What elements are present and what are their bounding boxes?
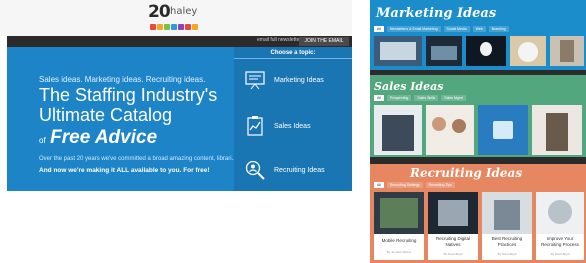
marketing-title: Marketing Ideas xyxy=(376,6,497,21)
topic-label: Recruiting Ideas xyxy=(274,167,325,174)
tab-all[interactable]: All xyxy=(374,182,384,188)
card-title: Improve Your Recruiting Process xyxy=(541,236,579,247)
logo-name: haley xyxy=(170,6,198,17)
marketing-tabs: All Newsletters & Email Marketing Social… xyxy=(374,26,509,32)
choose-topic-label: Choose a topic: xyxy=(270,50,316,56)
magnifier-person-icon xyxy=(245,160,265,180)
tab-branding[interactable]: Branding xyxy=(488,26,509,32)
topic-label: Marketing Ideas xyxy=(274,77,324,84)
card-title: Mobile Recruiting xyxy=(381,238,417,243)
marketing-thumb[interactable] xyxy=(550,36,584,66)
sales-section: Sales Ideas All Prospecting Sales Skills… xyxy=(370,75,586,164)
card-meta: By Scott Boyd xyxy=(497,252,517,256)
hero-headline-free: Free Advice xyxy=(50,127,158,148)
divider xyxy=(234,58,352,59)
hero-headline-line2: Ultimate Catalog xyxy=(39,105,173,125)
clipboard-chart-icon xyxy=(247,116,263,136)
card-image xyxy=(536,192,584,234)
recruiting-card[interactable]: Best Recruiting Practices By Scott Boyd xyxy=(482,192,532,260)
card-image xyxy=(374,192,424,234)
topic-sales[interactable]: Sales Ideas xyxy=(234,111,352,151)
tab-sales-mgmt[interactable]: Sales Mgmt xyxy=(441,95,466,101)
logo-color-tiles xyxy=(150,24,198,30)
hero-body-text: Over the past 20 years we've committed a… xyxy=(39,156,237,162)
card-meta: By Scott Boyd xyxy=(443,252,463,256)
hero-headline-line3: of Free Advice xyxy=(39,127,157,149)
tab-web[interactable]: Web xyxy=(472,26,486,32)
topic-chooser: Choose a topic: Marketing Ideas Sales Id… xyxy=(234,47,352,191)
hero-body-bold: And now we're making it ALL available to… xyxy=(39,167,210,174)
topic-label: Sales Ideas xyxy=(274,123,311,130)
join-email-club-button[interactable]: JOIN THE EMAIL CLUB xyxy=(299,37,349,53)
card-meta: By Jennifer Wilcox xyxy=(386,250,412,254)
hero-banner: Sales ideas. Marketing ideas. Recruiting… xyxy=(7,47,352,191)
marketing-thumb[interactable] xyxy=(374,36,422,66)
hero-topbar: email full newsletter JOIN THE EMAIL CLU… xyxy=(7,36,352,53)
sales-thumb[interactable] xyxy=(478,105,528,155)
marketing-thumb[interactable] xyxy=(466,36,506,66)
recruiting-tabs: All Recruiting Strategy Recruiting Tips xyxy=(374,182,455,188)
20haley-logo[interactable]: 20 haley xyxy=(148,2,204,34)
recruiting-title: Recruiting Ideas xyxy=(410,166,523,180)
marketing-thumb[interactable] xyxy=(510,36,546,66)
presentation-board-icon xyxy=(245,71,265,90)
recruiting-section: Recruiting Ideas All Recruiting Strategy… xyxy=(370,164,586,263)
tab-social-media[interactable]: Social Media xyxy=(443,26,470,32)
sales-thumb[interactable] xyxy=(374,105,422,155)
recruiting-card[interactable]: Improve Your Recruiting Process By Scott… xyxy=(536,192,584,260)
marketing-section: Marketing Ideas All Newsletters & Email … xyxy=(370,0,586,70)
tab-prospecting[interactable]: Prospecting xyxy=(386,95,412,101)
marketing-thumb[interactable] xyxy=(426,36,462,66)
newsletter-link[interactable]: email full newsletter xyxy=(257,37,301,43)
topic-recruiting[interactable]: Recruiting Ideas xyxy=(234,155,352,191)
recruiting-card[interactable]: Mobile Recruiting By Jennifer Wilcox xyxy=(374,192,424,260)
card-image xyxy=(428,192,478,234)
sales-thumb[interactable] xyxy=(532,105,582,155)
tab-all[interactable]: All xyxy=(374,26,384,32)
tab-recruiting-strategy[interactable]: Recruiting Strategy xyxy=(386,182,423,188)
sales-title: Sales Ideas xyxy=(374,80,444,93)
card-title: Best Recruiting Practices xyxy=(491,236,523,247)
card-meta: By Scott Boyd xyxy=(550,252,570,256)
topic-marketing[interactable]: Marketing Ideas xyxy=(234,65,352,105)
hero-tags: Sales ideas. Marketing ideas. Recruiting… xyxy=(39,75,206,84)
hero-headline-line1: The Staffing Industry's xyxy=(39,85,218,105)
section-divider xyxy=(370,157,586,164)
sales-thumb[interactable] xyxy=(426,105,474,155)
card-image xyxy=(482,192,532,234)
sales-tabs: All Prospecting Sales Skills Sales Mgmt xyxy=(374,95,466,101)
tab-newsletters[interactable]: Newsletters & Email Marketing xyxy=(386,26,441,32)
tab-all[interactable]: All xyxy=(374,95,384,101)
tab-sales-skills[interactable]: Sales Skills xyxy=(414,95,439,101)
hero-headline-of: of xyxy=(39,136,46,145)
logo-number: 20 xyxy=(148,2,171,22)
card-title: Recruiting Digital Natives xyxy=(435,236,470,247)
tab-recruiting-tips[interactable]: Recruiting Tips xyxy=(425,182,455,188)
recruiting-card[interactable]: Recruiting Digital Natives By Scott Boyd xyxy=(428,192,478,260)
